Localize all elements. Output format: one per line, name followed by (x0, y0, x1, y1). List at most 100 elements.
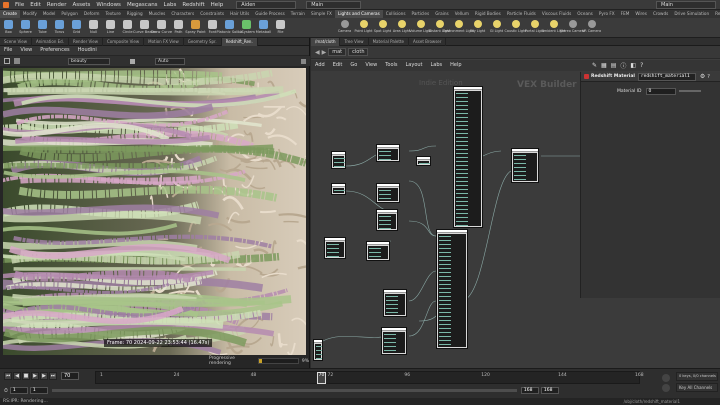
node-port[interactable] (456, 133, 468, 134)
shelf-tab-left-6[interactable]: Rigging (124, 10, 146, 18)
node-port[interactable] (456, 193, 468, 194)
node-port[interactable] (456, 169, 468, 170)
node-port[interactable] (316, 358, 322, 359)
menu-labs[interactable]: Labs (161, 0, 180, 10)
node-port[interactable] (316, 346, 322, 347)
render-pane-tab-0[interactable]: Scene View (0, 37, 32, 46)
range-end-field-2[interactable]: 168 (540, 387, 559, 394)
shelf-tool-right-0[interactable]: Camera (336, 18, 353, 33)
shader-node[interactable] (416, 156, 431, 166)
play-icon[interactable]: ▶ (31, 372, 39, 380)
shelf-tool-left-4[interactable]: Grid (70, 18, 84, 34)
display-options-icon[interactable]: ◧ (630, 62, 636, 69)
node-port[interactable] (384, 338, 396, 339)
shelf-tool-left-14[interactable]: L-System (238, 18, 255, 34)
shelf-tab-left-12[interactable]: Terrain (288, 10, 308, 18)
node-port[interactable] (386, 308, 398, 309)
range-end-field[interactable]: 168 (520, 387, 539, 394)
shelf-tab-left-5[interactable]: Texture (102, 10, 123, 18)
shader-node[interactable] (376, 183, 400, 203)
shelf-tab-right-9[interactable]: Pyro FX (596, 10, 618, 18)
node-port[interactable] (456, 173, 468, 174)
node-port[interactable] (439, 276, 451, 277)
node-port[interactable] (439, 296, 451, 297)
stop-icon[interactable]: ■ (22, 372, 30, 380)
shelf-tab-right-14[interactable]: Redshift (712, 10, 720, 18)
net-menu-help[interactable]: Help (446, 61, 465, 70)
node-port[interactable] (379, 194, 391, 195)
node-port[interactable] (456, 93, 468, 94)
node-port[interactable] (386, 296, 398, 297)
node-port[interactable] (439, 256, 451, 257)
shelf-tool-left-11[interactable]: Spray Paint (185, 18, 206, 34)
shelf-tool-right-9[interactable]: Caustic Light (504, 18, 527, 33)
node-port[interactable] (379, 224, 391, 225)
range-slider[interactable] (51, 389, 517, 392)
shelf-tool-right-6[interactable]: Environment Light (443, 18, 474, 33)
node-port[interactable] (386, 304, 398, 305)
node-port[interactable] (456, 105, 468, 106)
node-port[interactable] (439, 284, 451, 285)
shelf-tool-right-12[interactable]: Stereo Camera (560, 18, 585, 33)
node-port[interactable] (456, 209, 468, 210)
help-icon[interactable]: ? (707, 74, 710, 80)
node-port[interactable] (327, 244, 339, 245)
network-pane-tab-1[interactable]: Tree View (340, 37, 369, 46)
node-port[interactable] (456, 161, 468, 162)
node-port[interactable] (439, 264, 451, 265)
node-port[interactable] (327, 256, 339, 257)
node-port[interactable] (514, 159, 526, 160)
node-port[interactable] (386, 300, 398, 301)
node-port[interactable] (456, 113, 468, 114)
key-all-channels-button[interactable]: Key All Channels (676, 383, 718, 392)
wrench-icon[interactable]: ✎ (592, 62, 597, 69)
node-port[interactable] (379, 228, 391, 229)
node-port[interactable] (316, 354, 322, 355)
menu-assets[interactable]: Assets (69, 0, 93, 10)
node-port[interactable] (334, 190, 345, 191)
node-port[interactable] (456, 137, 468, 138)
node-port[interactable] (439, 240, 451, 241)
shelf-tab-right-1[interactable]: Collisions (383, 10, 409, 18)
node-port[interactable] (456, 225, 468, 226)
node-port[interactable] (439, 328, 451, 329)
node-port[interactable] (384, 346, 396, 347)
node-port[interactable] (439, 332, 451, 333)
node-port[interactable] (439, 268, 451, 269)
network-pane-tab-0[interactable]: /mat/cloth (311, 37, 341, 46)
shelf-tab-left-9[interactable]: Constraints (197, 10, 227, 18)
shader-node[interactable] (383, 289, 407, 317)
render-pane-tab-6[interactable]: Redshift_Ren. (221, 37, 258, 46)
node-port[interactable] (456, 141, 468, 142)
back-arrow-icon[interactable]: ◀ (315, 49, 320, 56)
shelf-tab-left-13[interactable]: Simple FX (308, 10, 335, 18)
node-port[interactable] (456, 217, 468, 218)
node-port[interactable] (456, 117, 468, 118)
jump-start-icon[interactable]: ⏮ (4, 372, 12, 380)
shader-node[interactable] (381, 327, 407, 355)
channel-icon[interactable] (14, 58, 20, 64)
shader-node[interactable] (511, 148, 539, 183)
realtime-icon[interactable]: ⏱ (4, 388, 8, 394)
range-start-field[interactable]: 1 (9, 387, 28, 394)
render-menu-houdini[interactable]: Houdini (74, 46, 101, 55)
shelf-tab-left-8[interactable]: Characters (168, 10, 197, 18)
shelf-tab-right-0[interactable]: Lights and Cameras (335, 10, 383, 18)
node-port[interactable] (379, 198, 391, 199)
node-port[interactable] (379, 190, 391, 191)
node-port[interactable] (514, 175, 526, 176)
shader-node[interactable] (376, 144, 400, 162)
node-port[interactable] (379, 220, 391, 221)
aov-dropdown[interactable]: beauty (68, 57, 110, 65)
shelf-tool-left-15[interactable]: Metaball (256, 18, 271, 34)
forward-arrow-icon[interactable]: ▶ (322, 49, 327, 56)
shelf-tool-right-4[interactable]: Volume Light (409, 18, 432, 33)
shelf-tool-left-5[interactable]: Null (87, 18, 101, 34)
network-pane-tab-3[interactable]: Asset Browser (409, 37, 447, 46)
node-port[interactable] (456, 129, 468, 130)
node-port[interactable] (379, 216, 391, 217)
node-port[interactable] (419, 163, 430, 164)
network-pane-tab-2[interactable]: Material Palette (369, 37, 409, 46)
shelf-tool-right-13[interactable]: VR Camera (582, 18, 601, 33)
menu-windows[interactable]: Windows (93, 0, 124, 10)
